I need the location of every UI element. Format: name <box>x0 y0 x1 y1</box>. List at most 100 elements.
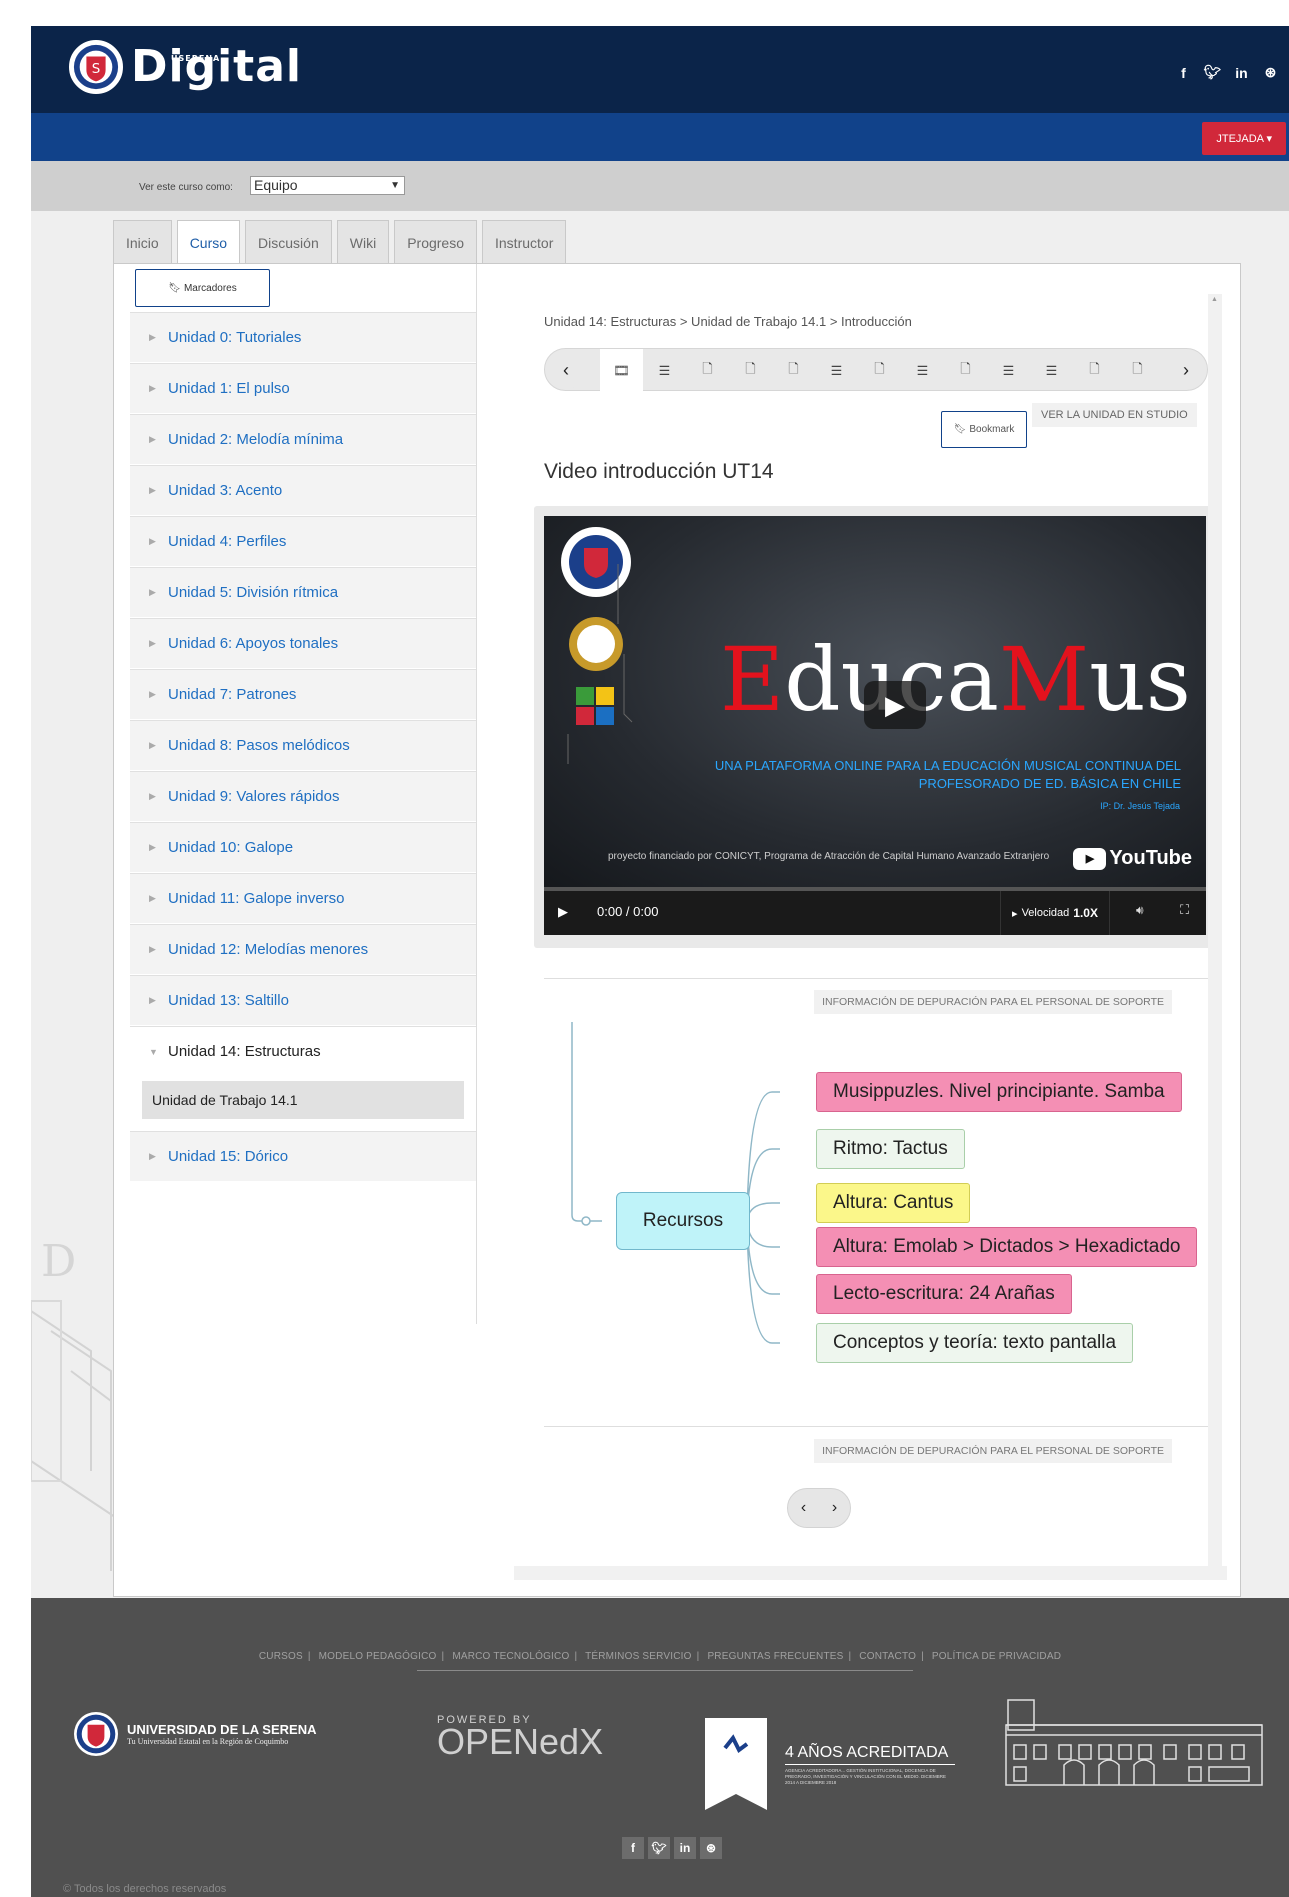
seq-page-icon[interactable]: 🗋︎ <box>772 349 815 392</box>
video-player[interactable]: EducaMus ▶ UNA PLATAFORMA ONLINE PARA LA… <box>544 516 1206 887</box>
sidebar-unit-6[interactable]: ▶ Unidad 6: Apoyos tonales <box>130 618 476 669</box>
tab-instructor[interactable]: Instructor <box>482 220 567 264</box>
sidebar-unit-3[interactable]: ▶ Unidad 3: Acento <box>130 465 476 516</box>
play-overlay-icon[interactable]: ▶ <box>864 681 926 729</box>
user-menu-button[interactable]: JTEJADA ▾ <box>1202 122 1286 155</box>
volume-icon[interactable]: 🔊︎ <box>1136 903 1144 918</box>
sidebar-unit-7[interactable]: ▶ Unidad 7: Patrones <box>130 669 476 720</box>
openedx-logo[interactable]: POWERED BY OPENedX <box>437 1714 603 1760</box>
mindmap-root[interactable]: Recursos <box>616 1192 750 1250</box>
bookmarks-button[interactable]: 🔖︎ Marcadores <box>135 269 270 307</box>
seq-page-icon[interactable]: 🗋︎ <box>944 349 987 392</box>
top-header: S USERENA Digital f 🐦︎ in ⊛ <box>31 26 1289 113</box>
sidebar-unit-13[interactable]: ▶ Unidad 13: Saltillo <box>130 975 476 1026</box>
video-subtitle: UNA PLATAFORMA ONLINE PARA LA EDUCACIÓN … <box>714 758 1181 791</box>
seq-list-icon[interactable]: ☰ <box>643 349 686 392</box>
caret-right-icon: ▸ <box>1012 907 1018 920</box>
course-panel: 🔖︎ Marcadores ▶ Unidad 0: Tutoriales ▶ Uni… <box>113 263 1241 1597</box>
sidebar-unit-0[interactable]: ▶ Unidad 0: Tutoriales <box>130 312 476 363</box>
site-logo[interactable]: S USERENA Digital <box>69 40 302 94</box>
mindmap-node[interactable]: Ritmo: Tactus <box>816 1129 965 1169</box>
tab-progreso[interactable]: Progreso <box>394 220 477 264</box>
footer-link[interactable]: MARCO TECNOLÓGICO <box>452 1651 569 1662</box>
page-frame: S USERENA Digital f 🐦︎ in ⊛ JTEJADA ▾ Ver… <box>31 26 1289 1897</box>
horizontal-scrollbar[interactable] <box>514 1566 1227 1580</box>
sidebar-unit-14[interactable]: ▼ Unidad 14: Estructuras <box>130 1026 476 1077</box>
uls-name: UNIVERSIDAD DE LA SERENA <box>127 1722 317 1737</box>
mindmap-node[interactable]: Altura: Cantus <box>816 1183 971 1223</box>
bookmark-button[interactable]: 🔖︎ Bookmark <box>941 411 1027 448</box>
footer-link[interactable]: PREGUNTAS FRECUENTES <box>707 1651 843 1662</box>
fullscreen-icon[interactable]: ⛶ <box>1180 902 1189 918</box>
site-footer: CURSOS | MODELO PEDAGÓGICO | MARCO TECNOLÓ… <box>31 1598 1289 1897</box>
sidebar-subunit-14-1[interactable]: Unidad de Trabajo 14.1 <box>142 1081 464 1119</box>
sidebar-unit-8[interactable]: ▶ Unidad 8: Pasos melódicos <box>130 720 476 771</box>
sidebar-unit-2[interactable]: ▶ Unidad 2: Melodía mínima <box>130 414 476 465</box>
view-as-select[interactable]: Equipo ▼ <box>250 176 405 195</box>
tab-curso[interactable]: Curso <box>176 220 241 266</box>
unit-heading: Video introducción UT14 <box>544 460 774 483</box>
sidebar-unit-1[interactable]: ▶ Unidad 1: El pulso <box>130 363 476 414</box>
sidebar-unit-12[interactable]: ▶ Unidad 12: Melodías menores <box>130 924 476 975</box>
footer-link[interactable]: CURSOS <box>259 1651 303 1662</box>
seq-page-icon[interactable]: 🗋︎ <box>686 349 729 392</box>
unit-label: Unidad 3: Acento <box>168 482 283 499</box>
seq-video-icon[interactable]: 🎞︎ <box>600 349 643 392</box>
chevron-right-icon: ▶ <box>149 893 156 903</box>
vertical-scrollbar[interactable]: ▲ ▼ <box>1208 294 1222 1577</box>
twitter-icon[interactable]: 🐦︎ <box>1200 60 1225 85</box>
seq-page-icon[interactable]: 🗋︎ <box>729 349 772 392</box>
chevron-right-icon: ▶ <box>149 689 156 699</box>
bottom-sequence-nav: ‹ › <box>787 1488 851 1528</box>
footer-link[interactable]: POLÍTICA DE PRIVACIDAD <box>932 1651 1061 1662</box>
mindmap-node[interactable]: Altura: Emolab > Dictados > Hexadictado <box>816 1227 1198 1267</box>
twitter-icon[interactable]: 🐦︎ <box>648 1837 670 1859</box>
mindmap-node[interactable]: Lecto-escritura: 24 Arañas <box>816 1274 1072 1314</box>
mindmap-node[interactable]: Conceptos y teoría: texto pantalla <box>816 1323 1134 1363</box>
sidebar-unit-10[interactable]: ▶ Unidad 10: Galope <box>130 822 476 873</box>
tab-wiki[interactable]: Wiki <box>336 220 390 264</box>
seq-page-icon[interactable]: 🗋︎ <box>1116 349 1159 392</box>
facebook-icon[interactable]: f <box>1171 60 1196 85</box>
sidebar-unit-5[interactable]: ▶ Unidad 5: División rítmica <box>130 567 476 618</box>
seq-list-icon[interactable]: ☰ <box>1030 349 1073 392</box>
view-in-studio-button[interactable]: VER LA UNIDAD EN STUDIO <box>1032 403 1197 427</box>
view-as-bar: Ver este curso como: <box>31 161 1289 211</box>
next-arrow-icon[interactable]: › <box>832 1499 837 1517</box>
breadcrumb: Unidad 14: Estructuras > Unidad de Traba… <box>544 314 912 329</box>
linkedin-icon[interactable]: in <box>674 1837 696 1859</box>
seq-list-icon[interactable]: ☰ <box>901 349 944 392</box>
footer-link[interactable]: TÉRMINOS SERVICIO <box>585 1651 692 1662</box>
footer-link[interactable]: CONTACTO <box>859 1651 916 1662</box>
dribbble-icon[interactable]: ⊛ <box>700 1837 722 1859</box>
video-wrapper: EducaMus ▶ UNA PLATAFORMA ONLINE PARA LA… <box>534 506 1216 948</box>
youtube-logo[interactable]: ▶ YouTube <box>1073 847 1192 870</box>
scroll-up-icon[interactable]: ▲ <box>1211 296 1218 303</box>
copyright: © Todos los derechos reservados <box>63 1883 227 1895</box>
debug-info-button[interactable]: INFORMACIÓN DE DEPURACIÓN PARA EL PERSON… <box>814 1439 1172 1463</box>
uls-logo[interactable]: UNIVERSIDAD DE LA SERENA Tu Universidad … <box>74 1712 316 1756</box>
tab-inicio[interactable]: Inicio <box>113 220 172 264</box>
sequence-next-button[interactable]: › <box>1167 351 1205 389</box>
sequence-prev-button[interactable]: ‹ <box>547 351 585 389</box>
sidebar-unit-9[interactable]: ▶ Unidad 9: Valores rápidos <box>130 771 476 822</box>
sidebar-unit-11[interactable]: ▶ Unidad 11: Galope inverso <box>130 873 476 924</box>
chevron-right-icon: ▶ <box>149 383 156 393</box>
play-icon[interactable]: ▶ <box>558 904 568 920</box>
uls-seal-icon: S <box>69 40 123 94</box>
speed-control[interactable]: ▸ Velocidad 1.0X <box>1000 891 1110 935</box>
sidebar-unit-15[interactable]: ▶ Unidad 15: Dórico <box>130 1131 476 1182</box>
seq-list-icon[interactable]: ☰ <box>987 349 1030 392</box>
prev-arrow-icon[interactable]: ‹ <box>801 1499 806 1517</box>
unit-label: Unidad 1: El pulso <box>168 380 290 397</box>
tab-discusion[interactable]: Discusión <box>245 220 332 264</box>
linkedin-icon[interactable]: in <box>1229 60 1254 85</box>
seq-page-icon[interactable]: 🗋︎ <box>858 349 901 392</box>
dribbble-icon[interactable]: ⊛ <box>1258 60 1283 85</box>
mindmap-node[interactable]: Musippuzles. Nivel principiante. Samba <box>816 1072 1182 1112</box>
facebook-icon[interactable]: f <box>622 1837 644 1859</box>
footer-link[interactable]: MODELO PEDAGÓGICO <box>319 1651 437 1662</box>
sidebar-unit-4[interactable]: ▶ Unidad 4: Perfiles <box>130 516 476 567</box>
seq-page-icon[interactable]: 🗋︎ <box>1073 349 1116 392</box>
seq-list-icon[interactable]: ☰ <box>815 349 858 392</box>
